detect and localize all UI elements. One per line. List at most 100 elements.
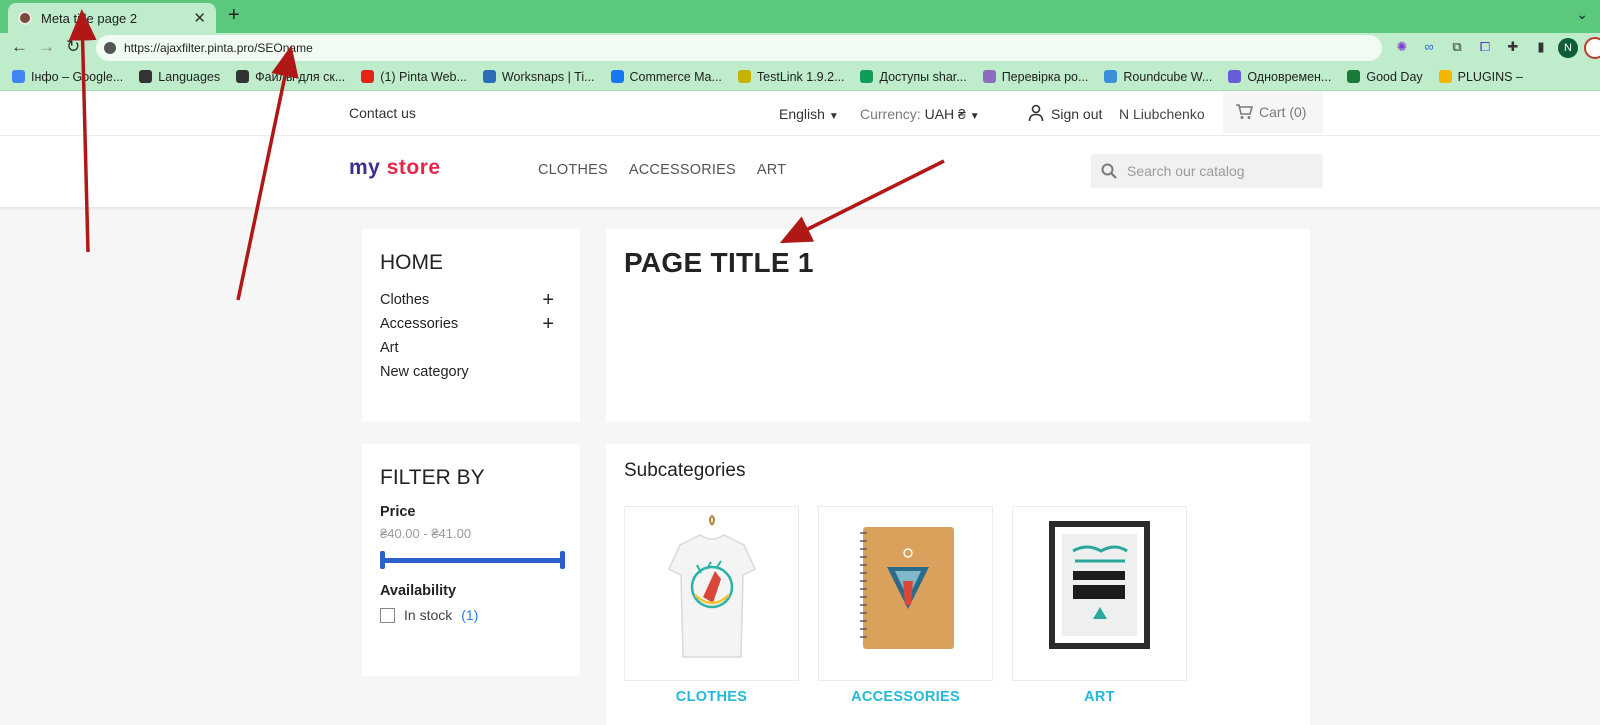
price-slider-max-handle[interactable] bbox=[560, 551, 565, 569]
caret-down-icon: ▼ bbox=[969, 111, 980, 122]
price-slider[interactable] bbox=[380, 551, 565, 569]
tab-search-chevron-icon[interactable]: ⌄ bbox=[1576, 6, 1588, 23]
menu-item-art[interactable]: ART bbox=[757, 162, 786, 178]
side-panel-icon[interactable]: ▮ bbox=[1532, 38, 1550, 56]
search-input[interactable] bbox=[1127, 163, 1307, 179]
framed-poster-image bbox=[1049, 521, 1150, 649]
site-info-icon[interactable] bbox=[104, 42, 116, 54]
bookmark-item[interactable]: Перевірка ро... bbox=[982, 69, 1089, 84]
browser-toolbar: ← → ↻ https://ajaxfilter.pinta.pro/SEOna… bbox=[0, 33, 1600, 63]
menu-item-clothes[interactable]: CLOTHES bbox=[538, 162, 608, 178]
category-item-clothes[interactable]: Clothes + bbox=[380, 288, 562, 312]
profile-avatar[interactable]: N bbox=[1558, 38, 1578, 58]
menu-item-accessories[interactable]: ACCESSORIES bbox=[629, 162, 736, 178]
store-logo[interactable]: my store bbox=[349, 156, 441, 180]
category-tree-title[interactable]: HOME bbox=[380, 251, 562, 275]
in-stock-checkbox[interactable] bbox=[380, 607, 395, 623]
subcategory-image[interactable] bbox=[624, 506, 799, 681]
account-icon[interactable] bbox=[1584, 37, 1600, 59]
bookmark-favicon-icon bbox=[139, 70, 153, 83]
category-label: New category bbox=[380, 364, 469, 380]
in-stock-filter[interactable]: In stock (1) bbox=[380, 607, 562, 623]
subcategory-name[interactable]: CLOTHES bbox=[624, 689, 799, 705]
bookmark-item[interactable]: Файлы для ск... bbox=[236, 70, 345, 84]
bookmark-label: Перевірка ро... bbox=[1001, 69, 1089, 84]
tab-title: Meta title page 2 bbox=[41, 10, 138, 26]
subcategories-list: CLOTHES ACCESSORIES ART bbox=[624, 506, 1292, 705]
bookmark-favicon-icon bbox=[1347, 70, 1361, 83]
back-icon[interactable]: ← bbox=[11, 37, 28, 57]
subcategory-accessories[interactable]: ACCESSORIES bbox=[818, 506, 993, 705]
bookmarks-bar: Інфо – Google... Languages Файлы для ск...… bbox=[0, 63, 1600, 91]
in-stock-label: In stock bbox=[404, 607, 453, 623]
extensions-puzzle-icon[interactable]: ✚ bbox=[1504, 38, 1522, 56]
bookmark-label: Доступы shar... bbox=[879, 69, 967, 84]
subcategory-image[interactable] bbox=[818, 506, 993, 681]
bookmark-favicon-icon bbox=[1104, 70, 1118, 83]
contact-us-link[interactable]: Contact us bbox=[349, 105, 416, 121]
bookmark-item[interactable]: PLUGINS – bbox=[1438, 70, 1523, 84]
extension-gear-icon[interactable]: ✺ bbox=[1393, 38, 1411, 56]
browser-tab-bar: Meta title page 2 ✕ + ⌄ bbox=[0, 0, 1600, 33]
bookmark-item[interactable]: Good Day bbox=[1347, 69, 1423, 84]
extension-crop-icon[interactable]: ⧠ bbox=[1476, 38, 1494, 56]
bookmark-item[interactable]: Commerce Ma... bbox=[610, 70, 722, 84]
browser-tab[interactable]: Meta title page 2 ✕ bbox=[8, 3, 216, 33]
close-tab-icon[interactable]: ✕ bbox=[193, 9, 206, 27]
new-tab-icon[interactable]: + bbox=[228, 4, 240, 27]
tab-favicon-icon bbox=[18, 11, 32, 25]
category-label: Accessories bbox=[380, 316, 459, 332]
filter-panel: FILTER BY Price ₴40.00 - ₴41.00 Availabi… bbox=[362, 444, 580, 676]
bookmark-label: Languages bbox=[158, 69, 221, 84]
bookmark-item[interactable]: Languages bbox=[139, 70, 220, 84]
currency-value: UAH ₴ bbox=[924, 106, 966, 122]
bookmark-item[interactable]: Інфо – Google... bbox=[12, 70, 123, 84]
address-bar[interactable]: https://ajaxfilter.pinta.pro/SEOname bbox=[96, 35, 1382, 61]
price-slider-min-handle[interactable] bbox=[380, 551, 385, 569]
forward-icon[interactable]: → bbox=[38, 37, 55, 57]
bookmark-item[interactable]: (1) Pinta Web... bbox=[361, 70, 467, 84]
bookmark-item[interactable]: TestLink 1.9.2... bbox=[737, 69, 845, 84]
subcategory-art[interactable]: ART bbox=[1012, 506, 1187, 705]
bookmark-label: Файлы для ск... bbox=[255, 69, 346, 84]
category-item-new-category[interactable]: New category bbox=[380, 360, 562, 384]
bookmark-item[interactable]: Одновремен... bbox=[1228, 70, 1331, 84]
expand-plus-icon[interactable]: + bbox=[542, 289, 554, 312]
bookmark-label: TestLink 1.9.2... bbox=[756, 69, 845, 84]
page-title: PAGE TITLE 1 bbox=[624, 247, 814, 278]
subcategory-clothes[interactable]: CLOTHES bbox=[624, 506, 799, 705]
expand-plus-icon[interactable]: + bbox=[542, 313, 554, 336]
bookmark-favicon-icon bbox=[361, 70, 375, 83]
extension-infinity-icon[interactable]: ∞ bbox=[1420, 38, 1438, 56]
subcategory-name[interactable]: ART bbox=[1012, 689, 1187, 705]
cart-label: Cart (0) bbox=[1259, 104, 1307, 120]
bookmark-favicon-icon bbox=[12, 70, 25, 83]
bookmark-label: Одновремен... bbox=[1247, 69, 1332, 84]
currency-selector[interactable]: Currency: UAH ₴ ▼ bbox=[860, 106, 980, 122]
availability-filter-label: Availability bbox=[380, 583, 457, 599]
language-value: English bbox=[779, 106, 825, 122]
extension-layers-icon[interactable]: ⧉ bbox=[1448, 38, 1466, 56]
category-item-accessories[interactable]: Accessories + bbox=[380, 312, 562, 336]
bookmark-item[interactable]: Roundcube W... bbox=[1104, 70, 1212, 84]
filter-title: FILTER BY bbox=[380, 466, 485, 489]
user-name-link[interactable]: N Liubchenko bbox=[1119, 106, 1205, 122]
subcategory-image[interactable] bbox=[1012, 506, 1187, 681]
sign-out-link[interactable]: Sign out bbox=[1051, 106, 1102, 122]
category-label: Art bbox=[380, 340, 399, 356]
reload-icon[interactable]: ↻ bbox=[66, 37, 80, 57]
subcategory-name[interactable]: ACCESSORIES bbox=[818, 689, 993, 705]
cart-icon bbox=[1236, 104, 1253, 119]
notebook-image bbox=[860, 527, 954, 649]
bookmark-favicon-icon bbox=[982, 70, 996, 83]
url-text: https://ajaxfilter.pinta.pro/SEOname bbox=[124, 41, 313, 55]
bookmark-label: Інфо – Google... bbox=[31, 69, 124, 84]
language-selector[interactable]: English ▼ bbox=[779, 106, 839, 122]
bookmark-item[interactable]: Доступы shar... bbox=[860, 69, 967, 84]
category-item-art[interactable]: Art bbox=[380, 336, 562, 360]
cart-button[interactable]: Cart (0) bbox=[1223, 91, 1323, 133]
bookmark-label: Good Day bbox=[1366, 69, 1423, 84]
store-top-bar: Contact us English ▼ Currency: UAH ₴ ▼ S… bbox=[0, 91, 1600, 136]
bookmark-item[interactable]: Worksnaps | Ti... bbox=[482, 70, 595, 84]
in-stock-count: (1) bbox=[461, 607, 479, 623]
